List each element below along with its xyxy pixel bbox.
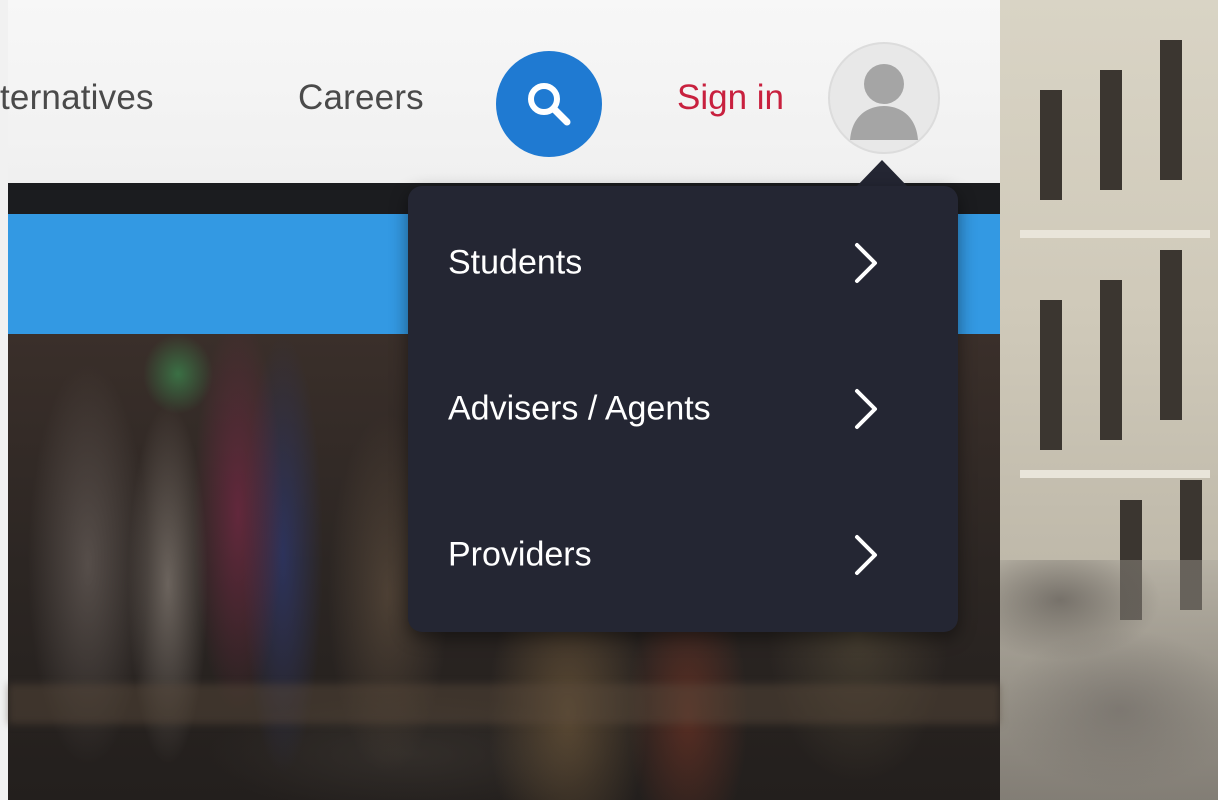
search-button[interactable]	[496, 51, 602, 157]
photo-ledge	[1020, 470, 1210, 478]
photo-window	[1040, 300, 1062, 450]
dropdown-caret	[855, 160, 909, 188]
photo-window	[1160, 250, 1182, 420]
chevron-right-icon	[855, 535, 877, 575]
sign-in-link[interactable]: Sign in	[677, 78, 784, 118]
user-avatar-icon	[850, 64, 918, 140]
search-icon	[528, 83, 571, 126]
site-header: lternatives Careers Sign in	[0, 0, 1000, 183]
chevron-right-icon	[855, 243, 877, 283]
photo-ledge	[1020, 230, 1210, 238]
menu-item-advisers-agents[interactable]: Advisers / Agents	[408, 336, 958, 482]
page-screenshot: lternatives Careers Sign in Students Adv…	[0, 0, 1218, 800]
photo-window	[1160, 40, 1182, 180]
shelf-blur	[8, 684, 1000, 724]
photo-tree	[1000, 560, 1218, 800]
left-edge	[0, 0, 8, 800]
photo-window	[1100, 280, 1122, 440]
menu-item-students[interactable]: Students	[408, 190, 958, 336]
sign-in-dropdown: Students Advisers / Agents Providers	[408, 186, 958, 632]
chevron-right-icon	[855, 389, 877, 429]
menu-item-providers[interactable]: Providers	[408, 482, 958, 628]
photo-window	[1100, 70, 1122, 190]
menu-item-label: Advisers / Agents	[448, 389, 711, 428]
user-avatar-button[interactable]	[828, 42, 940, 154]
photo-window	[1040, 90, 1062, 200]
menu-item-label: Providers	[448, 535, 592, 574]
menu-item-label: Students	[448, 243, 583, 282]
nav-link-careers[interactable]: Careers	[298, 78, 424, 118]
building-photo	[1000, 0, 1218, 800]
nav-link-alternatives[interactable]: lternatives	[0, 78, 154, 118]
